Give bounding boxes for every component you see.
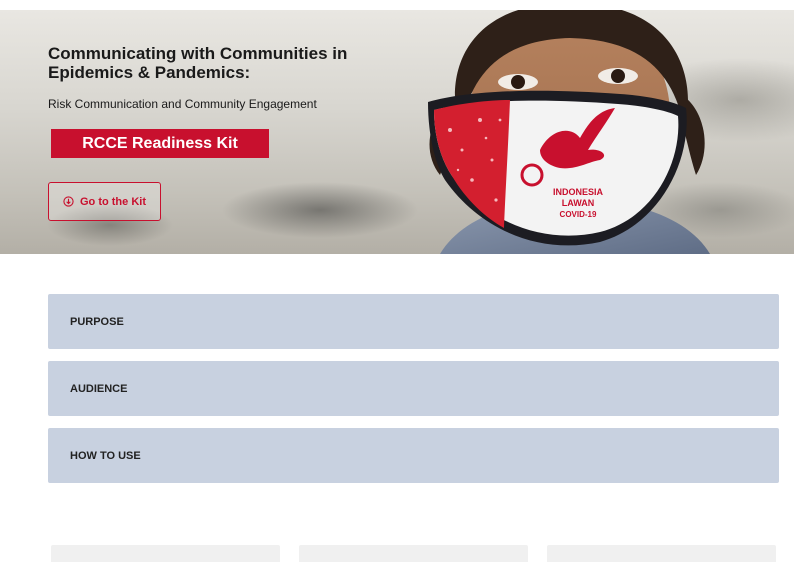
page-title-line1: Communicating with Communities in <box>48 44 348 63</box>
content-card[interactable] <box>547 545 776 562</box>
accordion-audience[interactable]: AUDIENCE <box>48 361 779 416</box>
accordion-label: HOW TO USE <box>70 449 141 462</box>
mask-text-line1: INDONESIA <box>553 187 604 197</box>
accordion-label: AUDIENCE <box>70 382 128 395</box>
kit-name-banner: RCCE Readiness Kit <box>51 129 269 158</box>
mask-text-line3: COVID-19 <box>560 210 597 219</box>
content-card[interactable] <box>51 545 280 562</box>
page-title: Communicating with Communities in Epidem… <box>48 44 368 82</box>
hero-photo-child-with-mask: INDONESIA LAWAN COVID-19 <box>428 10 710 254</box>
arrow-down-circle-icon <box>63 196 74 207</box>
accordion-label: PURPOSE <box>70 315 124 328</box>
content-card[interactable] <box>299 545 528 562</box>
page-subtitle: Risk Communication and Community Engagem… <box>48 97 317 111</box>
page-title-line2: Epidemics & Pandemics: <box>48 63 251 82</box>
hero-banner: INDONESIA LAWAN COVID-19 Communicating w… <box>0 10 794 254</box>
mask-text-line2: LAWAN <box>562 198 595 208</box>
accordion-purpose[interactable]: PURPOSE <box>48 294 779 349</box>
accordion-how-to-use[interactable]: HOW TO USE <box>48 428 779 483</box>
go-to-kit-button[interactable]: Go to the Kit <box>48 182 161 221</box>
go-to-kit-label: Go to the Kit <box>80 195 146 208</box>
